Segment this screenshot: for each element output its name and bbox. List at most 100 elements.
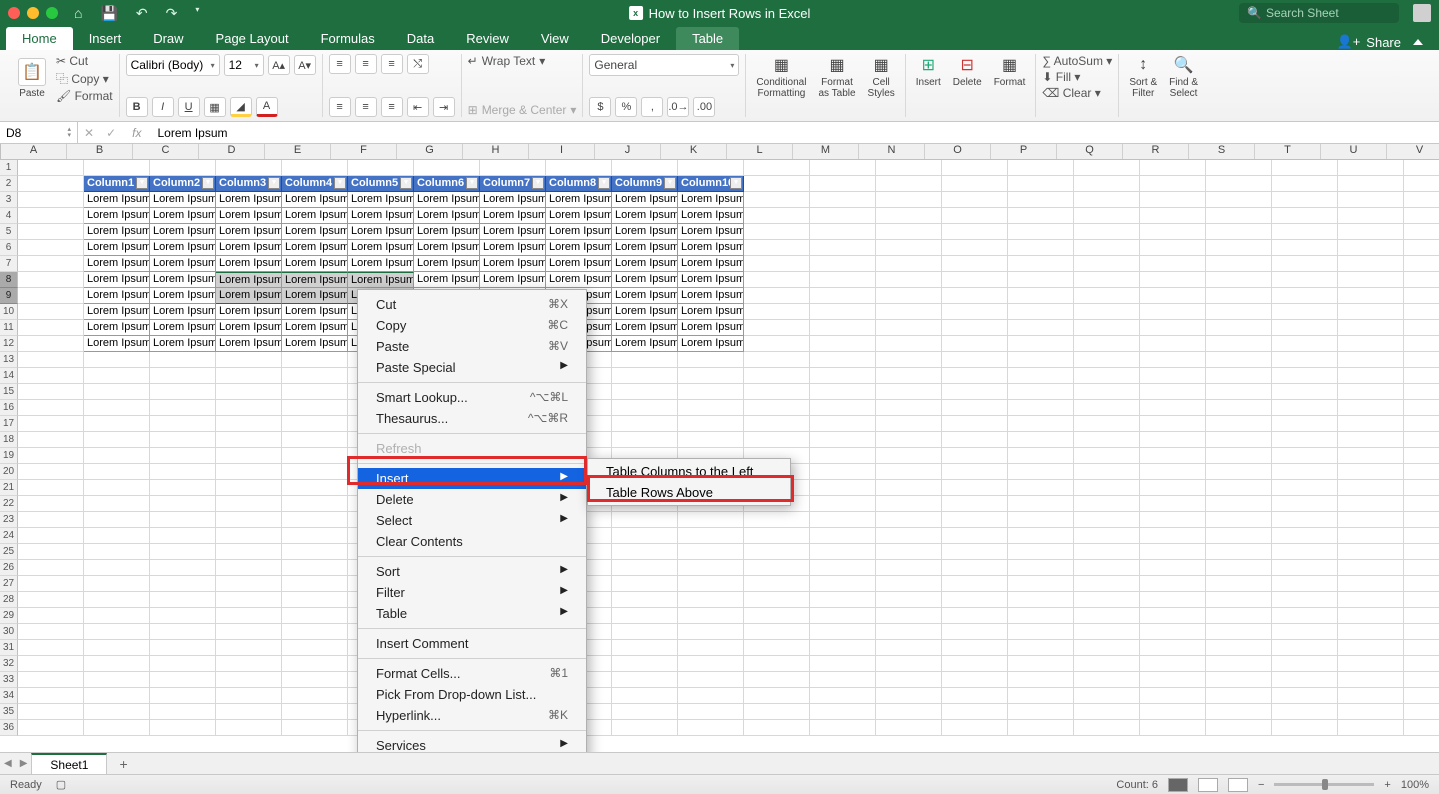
cell[interactable] xyxy=(1206,368,1272,384)
cell[interactable] xyxy=(1206,592,1272,608)
cell[interactable] xyxy=(612,560,678,576)
cell[interactable] xyxy=(1074,256,1140,272)
conditional-formatting-button[interactable]: ▦Conditional Formatting xyxy=(752,54,810,99)
cell[interactable] xyxy=(876,656,942,672)
cell[interactable] xyxy=(810,160,876,176)
cell[interactable]: Lorem Ipsum xyxy=(84,336,150,352)
cell[interactable] xyxy=(1404,192,1439,208)
cell[interactable]: Lorem Ipsum xyxy=(678,320,744,336)
cell[interactable] xyxy=(612,416,678,432)
cell[interactable] xyxy=(18,320,84,336)
cell[interactable]: Lorem Ipsum xyxy=(414,224,480,240)
cell[interactable] xyxy=(150,560,216,576)
insert-cells-button[interactable]: ⊞Insert xyxy=(912,54,945,88)
cell[interactable] xyxy=(876,544,942,560)
cell[interactable] xyxy=(1404,384,1439,400)
cell[interactable] xyxy=(744,432,810,448)
cell[interactable] xyxy=(1272,672,1338,688)
cell[interactable] xyxy=(1140,352,1206,368)
cell[interactable] xyxy=(1206,656,1272,672)
cell[interactable] xyxy=(1338,288,1404,304)
cell[interactable] xyxy=(84,640,150,656)
cell[interactable] xyxy=(1140,288,1206,304)
cell[interactable] xyxy=(1206,336,1272,352)
cell[interactable] xyxy=(84,160,150,176)
cell[interactable] xyxy=(810,720,876,736)
cell[interactable] xyxy=(18,464,84,480)
minimize-icon[interactable] xyxy=(27,7,39,19)
cell[interactable] xyxy=(84,576,150,592)
cell[interactable] xyxy=(810,496,876,512)
cell[interactable] xyxy=(1338,656,1404,672)
cell[interactable] xyxy=(1338,704,1404,720)
cell[interactable] xyxy=(1404,704,1439,720)
cell[interactable] xyxy=(744,256,810,272)
paste-button[interactable]: 📋 Paste xyxy=(12,56,52,101)
cell[interactable] xyxy=(744,320,810,336)
cell[interactable] xyxy=(876,208,942,224)
cell[interactable]: Lorem Ipsum xyxy=(414,240,480,256)
cell[interactable] xyxy=(1140,512,1206,528)
cell[interactable] xyxy=(678,560,744,576)
cell[interactable] xyxy=(18,432,84,448)
cell[interactable] xyxy=(84,448,150,464)
cell[interactable] xyxy=(1272,720,1338,736)
cell[interactable] xyxy=(1008,240,1074,256)
row-header[interactable]: 31 xyxy=(0,640,18,656)
cell[interactable]: Lorem Ipsum xyxy=(612,304,678,320)
cell[interactable] xyxy=(1272,336,1338,352)
cell[interactable] xyxy=(18,352,84,368)
ctx-smart-lookup[interactable]: Smart Lookup...^⌥⌘L xyxy=(358,387,586,408)
cell[interactable] xyxy=(216,608,282,624)
cell[interactable]: Lorem Ipsum xyxy=(84,192,150,208)
cell[interactable] xyxy=(1338,560,1404,576)
ctx-hyperlink[interactable]: Hyperlink...⌘K xyxy=(358,705,586,726)
cell[interactable] xyxy=(1008,544,1074,560)
cell[interactable] xyxy=(1338,384,1404,400)
cell[interactable]: Lorem Ipsum xyxy=(480,256,546,272)
cell[interactable] xyxy=(1074,416,1140,432)
cell[interactable] xyxy=(810,384,876,400)
cell[interactable]: Lorem Ipsum xyxy=(678,288,744,304)
cell[interactable] xyxy=(18,704,84,720)
copy-button[interactable]: ⿻ Copy ▾ xyxy=(56,70,113,87)
row-header[interactable]: 15 xyxy=(0,384,18,400)
collapse-ribbon-icon[interactable] xyxy=(1413,39,1423,45)
cell[interactable] xyxy=(1140,208,1206,224)
cell[interactable] xyxy=(18,272,84,288)
cell[interactable] xyxy=(1140,576,1206,592)
cell[interactable] xyxy=(150,352,216,368)
cell[interactable] xyxy=(876,304,942,320)
row-header[interactable]: 19 xyxy=(0,448,18,464)
cell[interactable] xyxy=(1074,464,1140,480)
cell[interactable] xyxy=(942,528,1008,544)
cell[interactable] xyxy=(612,512,678,528)
cell[interactable] xyxy=(1404,576,1439,592)
cell[interactable] xyxy=(1206,320,1272,336)
cell[interactable] xyxy=(1404,320,1439,336)
cell[interactable] xyxy=(84,592,150,608)
submenu-table-rows-above[interactable]: Table Rows Above xyxy=(588,482,790,503)
column-header[interactable]: O xyxy=(925,144,991,159)
cell[interactable] xyxy=(1008,192,1074,208)
spreadsheet-grid[interactable]: ABCDEFGHIJKLMNOPQRSTUV 12345678910111213… xyxy=(0,144,1439,742)
cut-button[interactable]: ✂ Cut xyxy=(56,54,113,68)
cell[interactable] xyxy=(1338,432,1404,448)
orientation-icon[interactable]: ⤭ xyxy=(407,54,429,74)
cell[interactable]: Lorem Ipsum xyxy=(282,320,348,336)
cell[interactable]: Lorem Ipsum xyxy=(546,272,612,288)
cell[interactable] xyxy=(1272,512,1338,528)
cell[interactable] xyxy=(1008,384,1074,400)
cell[interactable] xyxy=(1338,480,1404,496)
cell[interactable] xyxy=(1338,352,1404,368)
cell[interactable] xyxy=(1008,720,1074,736)
cell[interactable] xyxy=(1272,304,1338,320)
cell[interactable] xyxy=(744,384,810,400)
cell[interactable] xyxy=(216,544,282,560)
cell[interactable] xyxy=(876,176,942,192)
cell[interactable] xyxy=(216,464,282,480)
cell[interactable] xyxy=(1404,528,1439,544)
cell[interactable] xyxy=(942,288,1008,304)
cell[interactable]: Lorem Ipsum xyxy=(678,304,744,320)
formula-input[interactable]: Lorem Ipsum xyxy=(151,126,1439,140)
